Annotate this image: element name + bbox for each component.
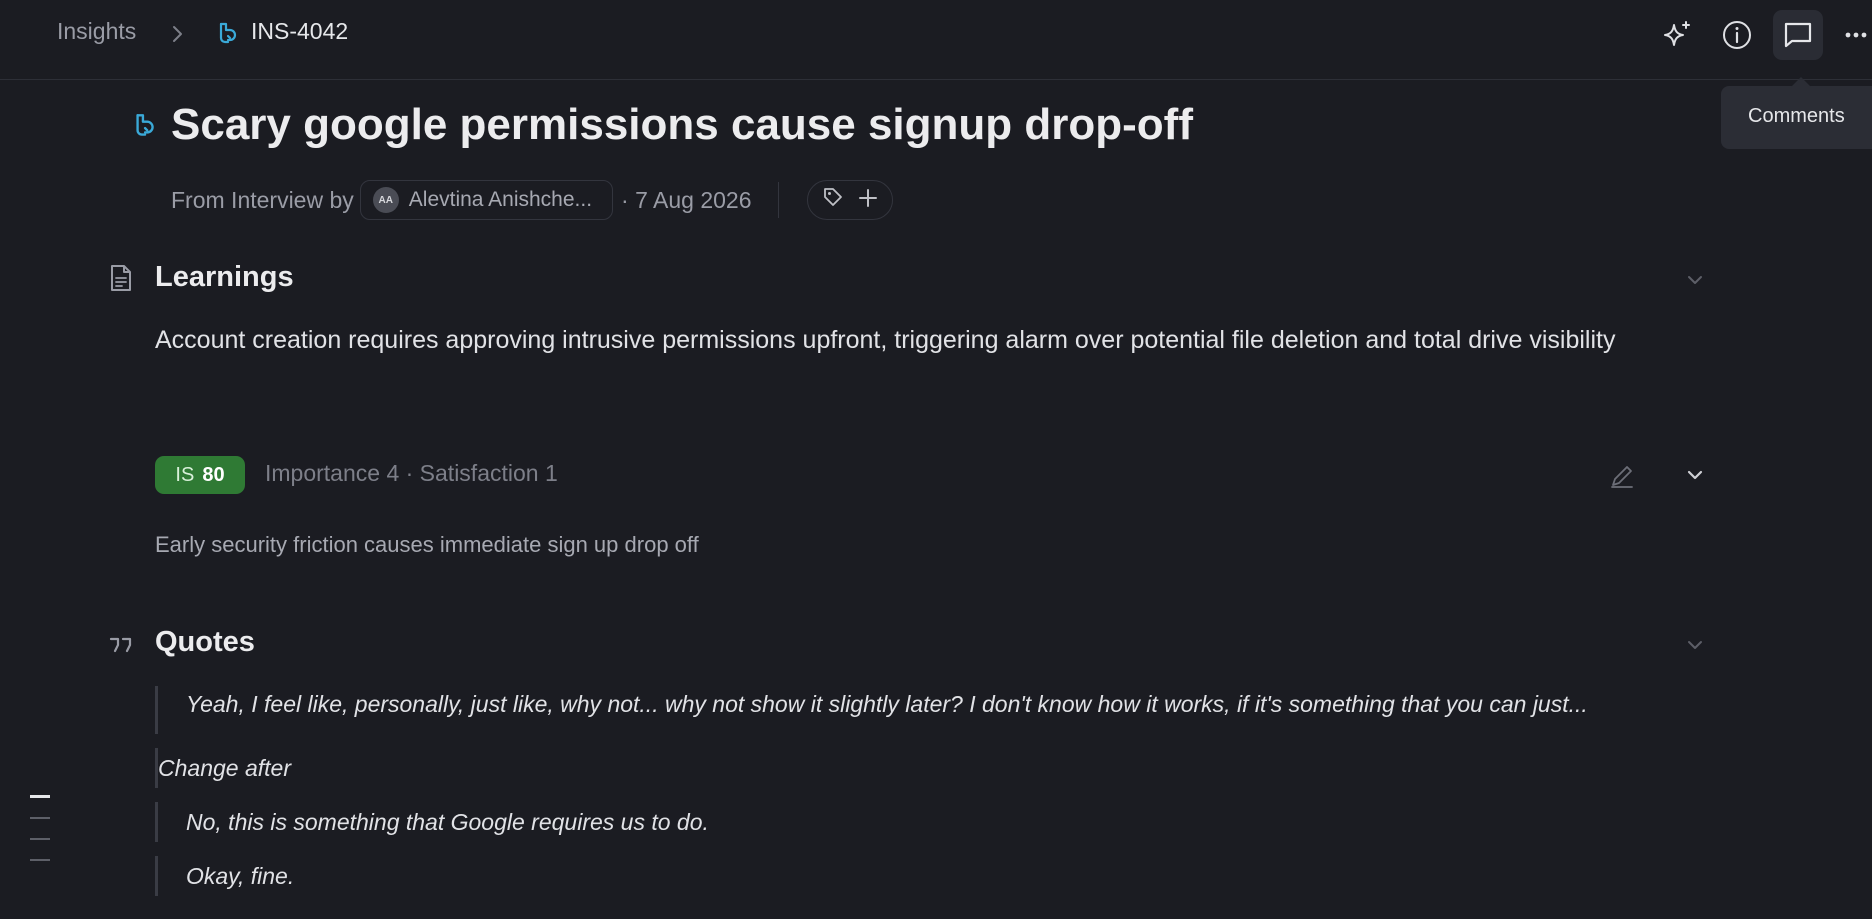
info-icon[interactable] [1712,10,1762,60]
quote-icon [107,631,135,661]
insight-icon [129,110,159,142]
quote-item[interactable]: No, this is something that Google requir… [155,802,1715,842]
score-value: 80 [202,463,225,486]
sparkle-icon[interactable] [1652,10,1702,60]
source-label: From Interview by [171,186,354,213]
outline-marker[interactable] [30,859,50,861]
avatar: AA [372,187,399,213]
top-bar: Insights INS-4042 [0,0,1872,80]
breadcrumb-insights[interactable]: Insights [57,18,136,45]
chevron-down-icon[interactable] [1683,463,1707,487]
author-name: Alevtina Anishche... [408,188,593,211]
quote-item[interactable]: Change after [155,748,1715,788]
score-meta: Importance 4 · Satisfaction 1 [265,460,558,486]
insight-meta: From Interview by AA Alevtina Anishche..… [171,180,893,220]
chevron-right-icon [168,22,188,46]
author-chip[interactable]: AA Alevtina Anishche... [359,180,614,220]
chevron-down-icon[interactable] [1683,633,1707,657]
score-label: IS [175,463,195,486]
chevron-down-icon[interactable] [1683,268,1707,292]
outline-marker[interactable] [30,838,50,840]
breadcrumb-current[interactable]: INS-4042 [251,18,348,45]
quotes-list: Yeah, I feel like, personally, just like… [155,686,1715,910]
learnings-summary[interactable]: Early security friction causes immediate… [155,532,699,558]
outline-marker[interactable] [30,795,50,798]
quote-item[interactable]: Yeah, I feel like, personally, just like… [155,686,1715,734]
comments-tooltip: Comments [1721,77,1872,149]
quotes-heading: Quotes [155,626,255,658]
insight-date: · 7 Aug 2026 [621,186,752,213]
divider [777,182,779,218]
learnings-text[interactable]: Account creation requires approving intr… [155,320,1695,360]
document-icon [107,263,135,293]
score-badge: IS 80 [155,456,245,494]
comments-icon[interactable] [1773,10,1823,60]
insight-icon [213,20,241,48]
outline-marker[interactable] [30,817,50,819]
outline-nav[interactable] [30,795,52,880]
learnings-heading: Learnings [155,261,294,293]
plus-icon [858,187,878,214]
edit-icon[interactable] [1608,462,1636,490]
add-tag-button[interactable] [806,180,893,220]
tag-icon [822,186,844,214]
page-title[interactable]: Scary google permissions cause signup dr… [171,100,1193,150]
more-icon[interactable] [1844,10,1872,60]
quote-item[interactable]: Okay, fine. [155,856,1715,896]
